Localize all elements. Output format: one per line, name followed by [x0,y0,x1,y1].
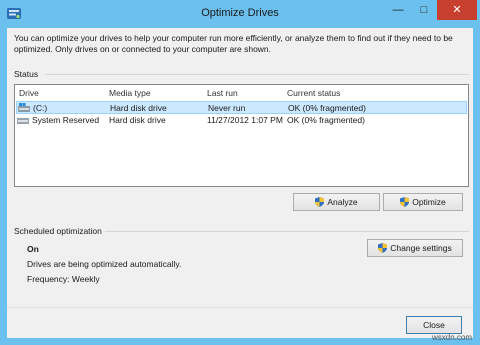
column-header-current-status[interactable]: Current status [287,88,340,98]
schedule-frequency: Frequency: Weekly [27,274,100,284]
media-type: Hard disk drive [109,115,166,125]
maximize-button[interactable]: □ [411,0,437,20]
last-run: Never run [208,103,246,113]
status-section-label: Status [14,69,39,79]
watermark-text: wsxdn.com [432,333,473,342]
column-header-drive[interactable]: Drive [19,88,39,98]
uac-shield-icon [378,243,388,253]
drive-list[interactable]: Drive Media type Last run Current status… [14,84,469,187]
optimize-drives-window: Optimize Drives — □ ✕ You can optimize y… [0,0,480,345]
media-type: Hard disk drive [110,103,167,113]
title-bar[interactable]: Optimize Drives — □ ✕ [0,0,480,28]
drive-row-system-reserved[interactable]: System Reserved Hard disk drive 11/27/20… [16,114,467,127]
minimize-button[interactable]: — [385,0,411,20]
schedule-state: On [27,244,39,254]
dialog-body: You can optimize your drives to help you… [7,28,473,338]
column-header-media-type[interactable]: Media type [109,88,151,98]
drive-name: System Reserved [32,115,100,125]
close-label: Close [423,320,445,330]
scheduled-divider [105,231,469,232]
description-text: You can optimize your drives to help you… [14,33,453,54]
drive-name: (C:) [33,103,48,113]
analyze-button[interactable]: Analyze [293,193,380,211]
hard-drive-icon [17,118,29,124]
drive-list-header: Drive Media type Last run Current status [15,85,468,100]
last-run: 11/27/2012 1:07 PM [207,115,283,125]
close-button[interactable]: Close [406,316,462,334]
optimize-button[interactable]: Optimize [383,193,463,211]
drive-row-c[interactable]: (C:) Hard disk drive Never run OK (0% fr… [16,101,467,114]
windows-drive-icon [18,103,30,112]
analyze-label: Analyze [327,197,358,207]
uac-shield-icon [315,197,325,207]
status-divider [45,74,469,75]
current-status: OK (0% fragmented) [287,115,365,125]
close-window-button[interactable]: ✕ [437,0,477,20]
current-status: OK (0% fragmented) [288,103,366,113]
scheduled-section-label: Scheduled optimization [14,226,102,236]
footer-divider [7,307,473,308]
change-settings-button[interactable]: Change settings [367,239,463,257]
column-header-last-run[interactable]: Last run [207,88,238,98]
uac-shield-icon [400,197,410,207]
optimize-label: Optimize [412,197,446,207]
change-settings-label: Change settings [390,243,452,253]
schedule-message: Drives are being optimized automatically… [27,259,182,269]
